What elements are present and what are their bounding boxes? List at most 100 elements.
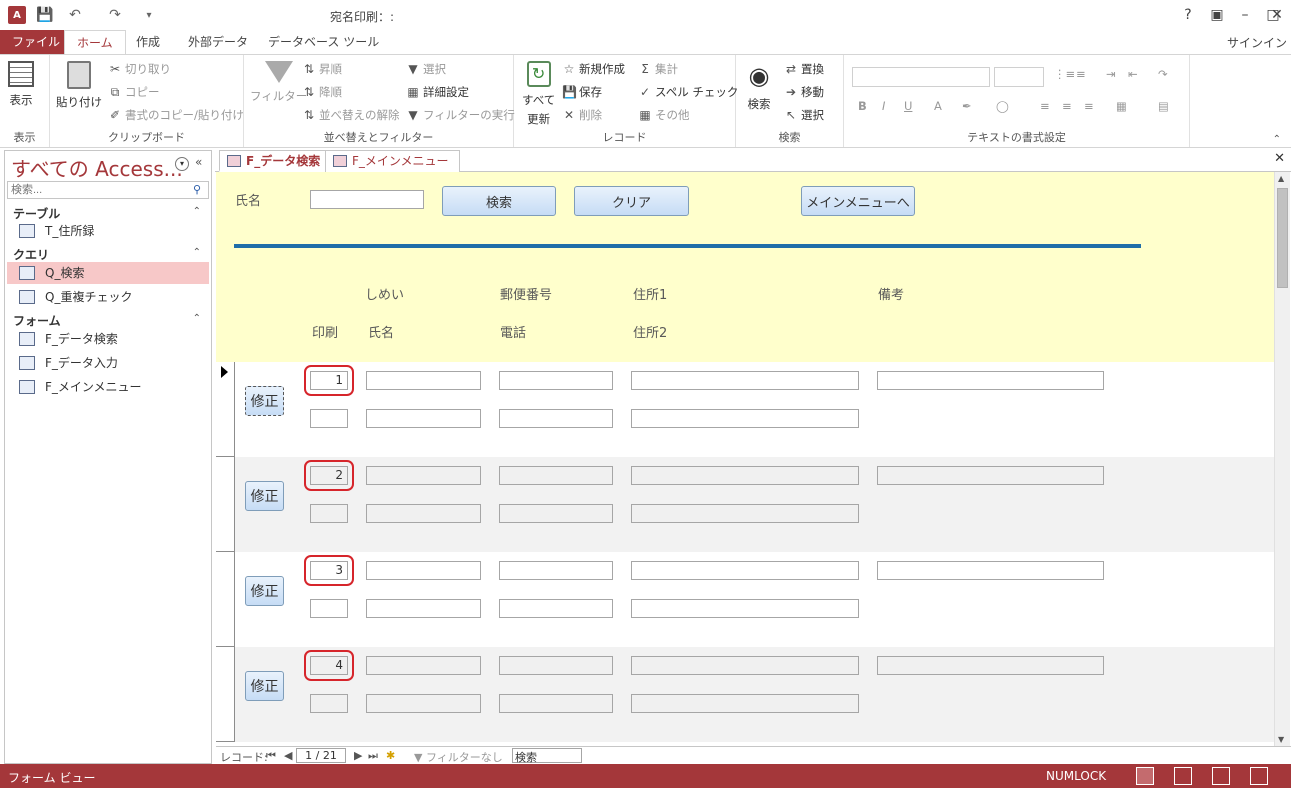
print-flag-field[interactable] [310,409,348,428]
zip-field[interactable] [499,656,613,675]
kana-field[interactable] [366,656,481,675]
underline-button[interactable]: U [904,99,912,113]
design-view-icon[interactable] [1250,767,1268,785]
search-button[interactable]: 検索 [442,186,556,216]
next-record-icon[interactable]: ▶ [354,749,362,762]
scroll-thumb[interactable] [1277,188,1288,288]
alt-row-color-icon[interactable]: ▤ [1158,99,1169,113]
tab-external-data[interactable]: 外部データ [176,30,260,54]
first-record-icon[interactable]: ⏮ [266,749,276,763]
print-flag-field[interactable] [310,599,348,618]
replace-button[interactable]: ⇄ 置換 [784,61,824,77]
cut-button[interactable]: ✂ 切り取り [108,61,171,77]
italic-button[interactable]: I [882,99,885,113]
current-record-field[interactable]: 1 / 21 [296,748,346,763]
scroll-down-icon[interactable]: ▼ [1278,735,1284,744]
print-flag-field[interactable] [310,694,348,713]
clear-button[interactable]: クリア [574,186,689,216]
nav-item-q-search[interactable]: Q_検索 [7,262,209,284]
copy-button[interactable]: ⧉ コピー [108,84,160,100]
format-painter-button[interactable]: ✐ 書式のコピー/貼り付け [108,107,244,123]
collapse-queries-icon[interactable]: ⌃ [193,247,201,258]
sign-in-link[interactable]: サインイン [1227,34,1287,51]
name-field[interactable] [366,599,481,618]
clear-sort-button[interactable]: ⇅ 並べ替えの解除 [302,107,400,123]
numbering-icon[interactable]: ≡ [1076,67,1086,81]
spelling-button[interactable]: ✓ スペル チェック [638,84,738,100]
last-record-icon[interactable]: ⏭ [368,749,378,763]
prev-record-icon[interactable]: ◀ [284,749,292,762]
indent-icon[interactable]: ⇥ [1106,67,1116,81]
collapse-tables-icon[interactable]: ⌃ [193,206,201,217]
nav-item-q-duplicate[interactable]: Q_重複チェック [7,286,209,308]
record-selector[interactable] [216,552,235,647]
phone-field[interactable] [499,409,613,428]
new-record-button[interactable]: ☆ 新規作成 [562,61,625,77]
note-field[interactable] [877,561,1104,580]
nav-item-f-input[interactable]: F_データ入力 [7,352,209,374]
align-left-icon[interactable]: ≡ [1040,99,1050,113]
vertical-scrollbar[interactable]: ▲ ▼ [1274,172,1290,746]
align-right-icon[interactable]: ≡ [1084,99,1094,113]
collapse-ribbon-icon[interactable]: ⌃ [1273,134,1281,145]
note-field[interactable] [877,466,1104,485]
addr2-field[interactable] [631,694,859,713]
gridlines-icon[interactable]: ▦ [1116,99,1127,113]
name-search-input[interactable] [310,190,424,209]
record-selector[interactable] [216,362,235,457]
search-icon[interactable]: ⚲ [193,183,201,196]
nav-item-t-address[interactable]: T_住所録 [7,220,209,242]
kana-field[interactable] [366,561,481,580]
note-field[interactable] [877,656,1104,675]
kana-field[interactable] [366,371,481,390]
save-record-button[interactable]: 💾 保存 [562,84,602,100]
no-filter-indicator[interactable]: ▼ フィルターなし [414,749,503,765]
undo-icon[interactable]: ↶ [66,6,84,24]
nav-pane-title[interactable]: すべての Access... [11,153,183,182]
layout-view-icon[interactable] [1212,767,1230,785]
zip-field[interactable] [499,466,613,485]
paste-button[interactable]: 貼り付け [56,61,102,110]
shutter-bar-icon[interactable]: « [195,155,202,169]
customize-qat-icon[interactable]: ▾ [140,6,158,24]
text-direction-icon[interactable]: ↷ [1158,67,1168,81]
selection-filter-button[interactable]: ▼ 選択 [406,61,446,77]
zip-field[interactable] [499,561,613,580]
save-icon[interactable]: 💾 [36,6,54,24]
ribbon-display-icon[interactable]: ▣ [1203,4,1231,26]
nav-item-f-main-menu[interactable]: F_メインメニュー [7,376,209,398]
advanced-filter-button[interactable]: ▦ 詳細設定 [406,84,469,100]
sort-descending-button[interactable]: ⇅ 降順 [302,84,342,100]
doc-tab-f-main-menu[interactable]: F_メインメニュー [325,150,460,172]
addr1-field[interactable] [631,561,859,580]
sort-ascending-button[interactable]: ⇅ 昇順 [302,61,342,77]
fill-color-icon[interactable]: ◯ [996,99,1009,113]
close-icon[interactable]: ✕ [1263,4,1291,26]
zip-field[interactable] [499,371,613,390]
edit-button[interactable]: 修正 [245,576,284,606]
highlight-icon[interactable]: ✒ [962,99,972,113]
tab-create[interactable]: 作成 [124,30,172,54]
tab-database-tools[interactable]: データベース ツール [256,30,391,54]
more-button[interactable]: ▦ その他 [638,107,689,123]
goto-button[interactable]: ➔ 移動 [784,84,824,100]
name-field[interactable] [366,694,481,713]
edit-button[interactable]: 修正 [245,481,284,511]
access-app-icon[interactable]: A [8,6,26,24]
addr1-field[interactable] [631,656,859,675]
form-view-icon[interactable] [1136,767,1154,785]
nav-search-input[interactable] [7,181,209,199]
tab-file[interactable]: ファイル [0,30,73,54]
addr2-field[interactable] [631,599,859,618]
refresh-all-button[interactable]: ↻ すべて 更新 [522,61,555,127]
find-button[interactable]: ◉ 検索 [744,61,774,112]
doc-tab-f-search[interactable]: F_データ検索 [219,150,332,172]
new-blank-record-icon[interactable]: ✱ [386,749,395,762]
delete-record-button[interactable]: ✕ 削除 [562,107,602,123]
addr1-field[interactable] [631,466,859,485]
minimize-icon[interactable]: – [1231,4,1259,26]
datasheet-view-icon[interactable] [1174,767,1192,785]
select-button[interactable]: ↖ 選択 [784,107,824,123]
scroll-up-icon[interactable]: ▲ [1278,174,1284,183]
main-menu-button[interactable]: メインメニューへ [801,186,915,216]
